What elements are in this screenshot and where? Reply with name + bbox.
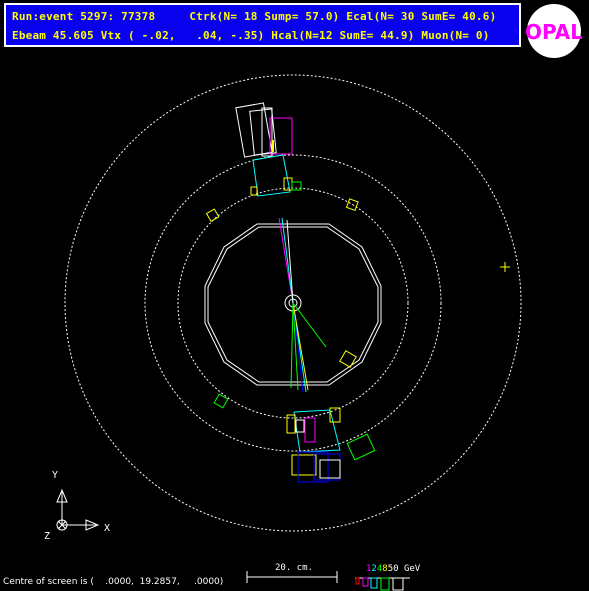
track — [292, 302, 327, 348]
centre-of-screen-text: Centre of screen is ( .0000, 19.2857, .0… — [3, 577, 224, 587]
hcal-block — [346, 433, 376, 461]
energy-legend-unit: 50 GeV — [387, 564, 421, 574]
hcal-block — [291, 454, 317, 476]
hcal-block — [319, 459, 341, 479]
ecal-cluster — [291, 181, 302, 191]
scale-label: 20. cm. — [275, 563, 313, 573]
ecal-cluster — [250, 186, 258, 196]
ecal-block — [293, 409, 341, 453]
energy-legend-box — [355, 577, 360, 585]
event-display — [56, 74, 522, 591]
presampler-hit — [205, 208, 220, 223]
energy-legend-box — [380, 577, 390, 591]
energy-legend-box — [370, 577, 378, 589]
x-axis-label: X — [104, 523, 111, 534]
track — [292, 302, 304, 393]
hcal-block — [313, 453, 341, 481]
y-axis-label: Y — [52, 470, 59, 481]
track — [290, 302, 294, 389]
energy-legend-box — [362, 577, 369, 587]
z-axis-label: Z — [44, 531, 51, 542]
energy-legend: 124850 GeV — [366, 564, 420, 574]
ecal-cluster — [304, 417, 316, 443]
ecal-cluster — [339, 350, 357, 368]
presampler-hit — [345, 198, 359, 212]
energy-legend-box — [392, 577, 404, 591]
